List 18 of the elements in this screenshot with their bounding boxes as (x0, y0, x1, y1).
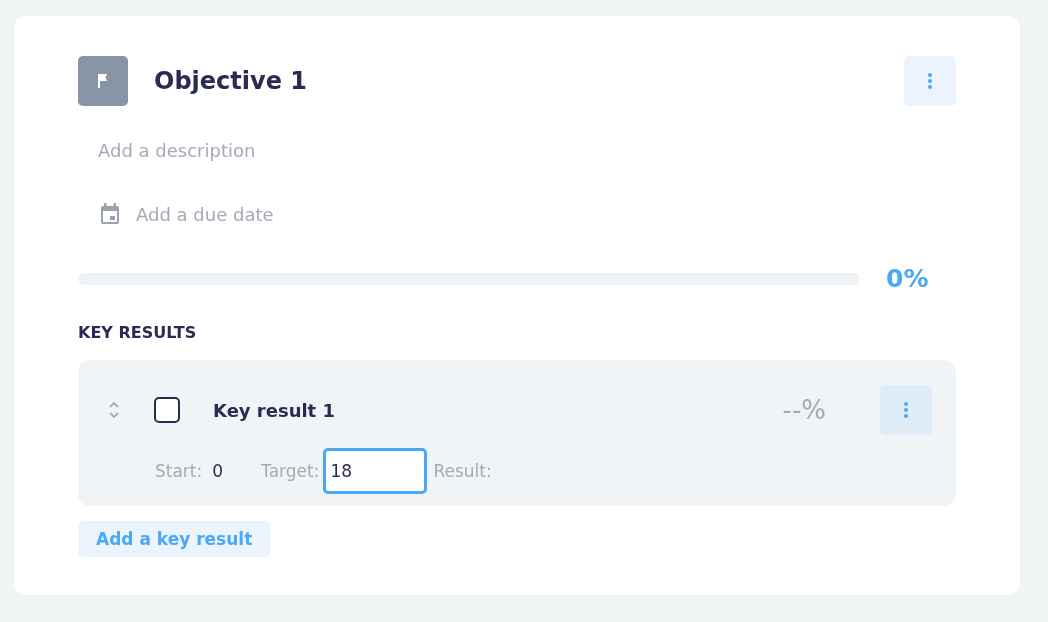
objective-title: Objective 1 (154, 67, 308, 95)
due-date-field[interactable]: Add a due date (136, 202, 436, 226)
checkbox[interactable] (154, 397, 180, 423)
result-label: Result: (433, 461, 492, 481)
key-result-percent: --% (782, 395, 826, 425)
reorder-icon[interactable] (108, 400, 120, 420)
start-label: Start: (155, 461, 203, 481)
key-result-title: Key result 1 (213, 399, 337, 421)
progress-percent: 0% (886, 264, 929, 293)
flag-icon (78, 56, 128, 106)
target-field[interactable]: 18 (323, 448, 428, 494)
more-icon (903, 401, 909, 419)
description-field[interactable]: Add a description (98, 138, 498, 162)
target-label: Target: (261, 461, 320, 481)
start-value: 0 (212, 461, 224, 481)
section-heading: KEY RESULTS (78, 323, 198, 342)
more-icon (927, 72, 933, 90)
calendar-icon (100, 203, 120, 225)
